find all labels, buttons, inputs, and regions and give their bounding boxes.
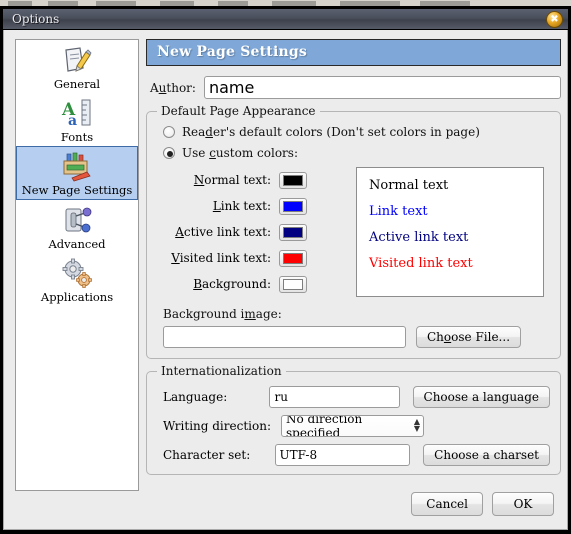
svg-text:a: a [68, 113, 77, 129]
choose-charset-button[interactable]: Choose a charset [423, 444, 550, 466]
color-row-normal-text: Normal text: [157, 167, 342, 193]
color-swatch [283, 174, 303, 186]
author-input[interactable]: name [203, 76, 561, 99]
font-ruler-icon: A a [60, 97, 94, 129]
crayon-box-icon [60, 150, 94, 182]
sidebar-item-label: General [53, 77, 101, 91]
page-title: New Page Settings [146, 39, 561, 66]
color-row-list: Normal text: Link text: Active link text… [157, 167, 342, 297]
charset-value: UTF-8 [279, 448, 318, 462]
charset-row: Character set: UTF-8 Choose a charset [157, 444, 550, 466]
author-value: name [208, 78, 255, 97]
color-settings: Normal text: Link text: Active link text… [157, 167, 550, 297]
sidebar-item-applications[interactable]: Applications [17, 254, 137, 306]
background-image-label: Background image: [163, 307, 282, 321]
author-label: Author: [150, 80, 196, 95]
background-image-input[interactable] [163, 326, 406, 348]
dialog-footer: Cancel OK [411, 492, 554, 516]
color-label: Visited link text: [171, 251, 271, 265]
preview-link-text: Link text [369, 204, 428, 219]
choose-file-button[interactable]: Choose File... [416, 326, 522, 348]
radio-icon[interactable] [163, 126, 175, 138]
writing-direction-select[interactable]: No direction specified ▲ ▼ [281, 415, 424, 437]
radio-label: Use custom colors: [182, 146, 298, 160]
background-image-block: Background image: Choose File... [157, 303, 550, 348]
group-title-internationalization: Internationalization [157, 364, 286, 378]
cancel-button[interactable]: Cancel [411, 492, 483, 516]
sidebar-item-label: Fonts [60, 130, 94, 144]
settings-pane: New Page Settings Author: name Default P… [146, 39, 561, 475]
sidebar-item-fonts[interactable]: A a Fonts [17, 94, 137, 146]
color-row-background: Background: [157, 271, 342, 297]
sidebar-item-advanced[interactable]: Advanced [17, 201, 137, 253]
color-swatch-button-visited-link-text[interactable] [279, 249, 307, 267]
color-swatch [283, 278, 303, 290]
color-swatch-button-background[interactable] [279, 275, 307, 293]
toggle-switch-icon [60, 204, 94, 236]
charset-label: Character set: [163, 448, 251, 462]
sidebar-item-new-page-settings[interactable]: New Page Settings [16, 146, 138, 200]
chevron-updown-icon[interactable]: ▲ ▼ [414, 418, 420, 433]
color-swatch [283, 252, 303, 264]
sidebar-item-label: Applications [40, 290, 114, 304]
radio-label: Reader's default colors (Don't set color… [182, 125, 480, 139]
sidebar-item-label: Advanced [48, 237, 106, 251]
color-swatch-button-normal-text[interactable] [279, 171, 307, 189]
color-swatch [283, 226, 303, 238]
language-value: ru [274, 390, 288, 404]
author-row: Author: name [146, 76, 561, 99]
color-preview-panel: Normal text Link text Active link text V… [356, 167, 544, 297]
writing-direction-label: Writing direction: [163, 419, 271, 433]
color-row-visited-link-text: Visited link text: [157, 245, 342, 271]
settings-category-list[interactable]: General A a Fonts New Page Settings Adva… [15, 39, 139, 491]
preview-normal-text: Normal text [369, 178, 449, 193]
pencil-document-icon [60, 44, 94, 76]
color-label: Link text: [212, 199, 271, 213]
radio-icon-selected[interactable] [163, 147, 175, 159]
color-label: Normal text: [193, 173, 271, 187]
sidebar-item-general[interactable]: General [17, 41, 137, 93]
color-label: Active link text: [175, 225, 271, 239]
radio-readers-default-colors[interactable]: Reader's default colors (Don't set color… [163, 125, 550, 139]
language-label: Language: [163, 390, 228, 404]
preview-active-link-text: Active link text [369, 230, 469, 245]
group-title-appearance: Default Page Appearance [157, 104, 320, 118]
gears-icon [60, 257, 94, 289]
language-input[interactable]: ru [269, 386, 400, 408]
color-row-active-link-text: Active link text: [157, 219, 342, 245]
radio-use-custom-colors[interactable]: Use custom colors: [163, 146, 550, 160]
color-swatch-button-link-text[interactable] [279, 197, 307, 215]
charset-input[interactable]: UTF-8 [274, 444, 411, 466]
dialog-client-area: General A a Fonts New Page Settings Adva… [3, 30, 568, 530]
color-row-link-text: Link text: [157, 193, 342, 219]
preview-visited-link-text: Visited link text [369, 256, 473, 271]
writing-direction-row: Writing direction: No direction specifie… [157, 415, 550, 437]
dialog-title: Options [12, 12, 60, 26]
writing-direction-value: No direction specified [286, 415, 363, 437]
sidebar-item-label: New Page Settings [21, 183, 133, 197]
dialog-titlebar[interactable]: Options ✖ [3, 9, 568, 30]
color-label: Background: [193, 277, 271, 291]
background-image-row: Choose File... [163, 326, 550, 348]
color-swatch-button-active-link-text[interactable] [279, 223, 307, 241]
choose-language-button[interactable]: Choose a language [412, 386, 550, 408]
internationalization-group: Internationalization Language: ru Choose… [146, 364, 561, 475]
color-swatch [283, 200, 303, 212]
language-row: Language: ru Choose a language [157, 386, 550, 408]
options-dialog: Options ✖ General A a Fonts New Page Set… [0, 6, 571, 534]
ok-button[interactable]: OK [492, 492, 554, 516]
close-icon[interactable]: ✖ [546, 11, 563, 28]
default-page-appearance-group: Default Page Appearance Reader's default… [146, 104, 561, 359]
